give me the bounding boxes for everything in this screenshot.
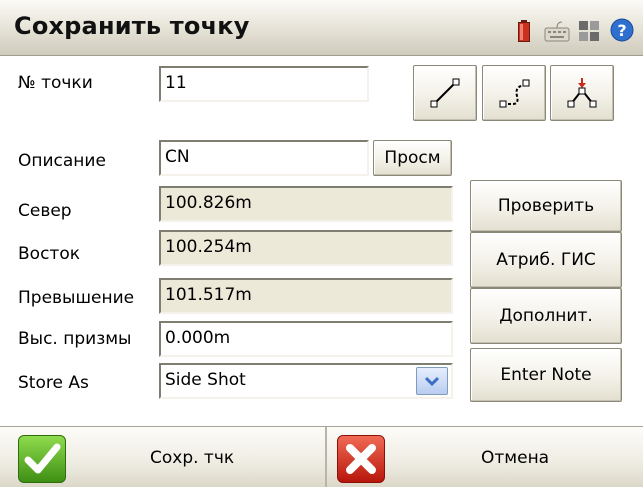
store-as-value: Side Shot [165,370,246,390]
save-point-button[interactable]: Сохр. тчк [0,427,325,487]
gis-attributes-button[interactable]: Атриб. ГИС [470,232,622,288]
description-label: Описание [18,151,106,171]
polyline-icon [499,79,530,108]
cancel-label: Отмена [481,448,550,468]
keyboard-icon[interactable] [544,20,570,42]
prism-height-label: Выс. призмы [18,329,132,349]
node-button[interactable] [550,65,614,121]
browse-button[interactable]: Просм [373,140,452,176]
window-title: Сохранить точку [14,12,250,40]
east-label: Восток [18,244,80,264]
title-bar: Сохранить точку ? [0,0,643,56]
polyline-button[interactable] [482,65,546,121]
line-button[interactable] [413,65,477,121]
checkmark-icon [18,435,66,483]
node-icon [567,78,597,108]
enter-note-button[interactable]: Enter Note [470,348,622,402]
prism-height-input[interactable]: 0.000m [159,321,453,357]
chevron-down-icon [425,376,439,386]
cancel-button[interactable]: Отмена [327,427,643,487]
grid-icon[interactable] [578,20,600,42]
help-icon[interactable]: ? [610,18,634,42]
description-input[interactable]: CN [159,140,369,176]
store-as-select[interactable]: Side Shot [159,363,453,399]
line-icon [430,78,460,108]
svg-text:?: ? [617,21,626,40]
point-no-input[interactable]: 11 [159,66,369,102]
elevation-field: 101.517m [159,278,453,314]
save-point-label: Сохр. тчк [150,448,235,468]
battery-icon[interactable] [518,20,530,42]
north-label: Север [18,201,72,221]
more-button[interactable]: Дополнит. [470,288,622,344]
elevation-label: Превышение [18,288,135,308]
form-area: № точки 11 Описание CN Просм Север 100.8… [0,56,643,426]
east-field: 100.254m [159,230,453,266]
close-icon [337,435,385,483]
bottom-bar: Сохр. тчк Отмена [0,426,643,487]
point-no-label: № точки [18,73,93,93]
check-button[interactable]: Проверить [470,180,622,232]
dropdown-button[interactable] [416,367,448,395]
store-as-label: Store As [18,373,89,393]
north-field: 100.826m [159,186,453,222]
